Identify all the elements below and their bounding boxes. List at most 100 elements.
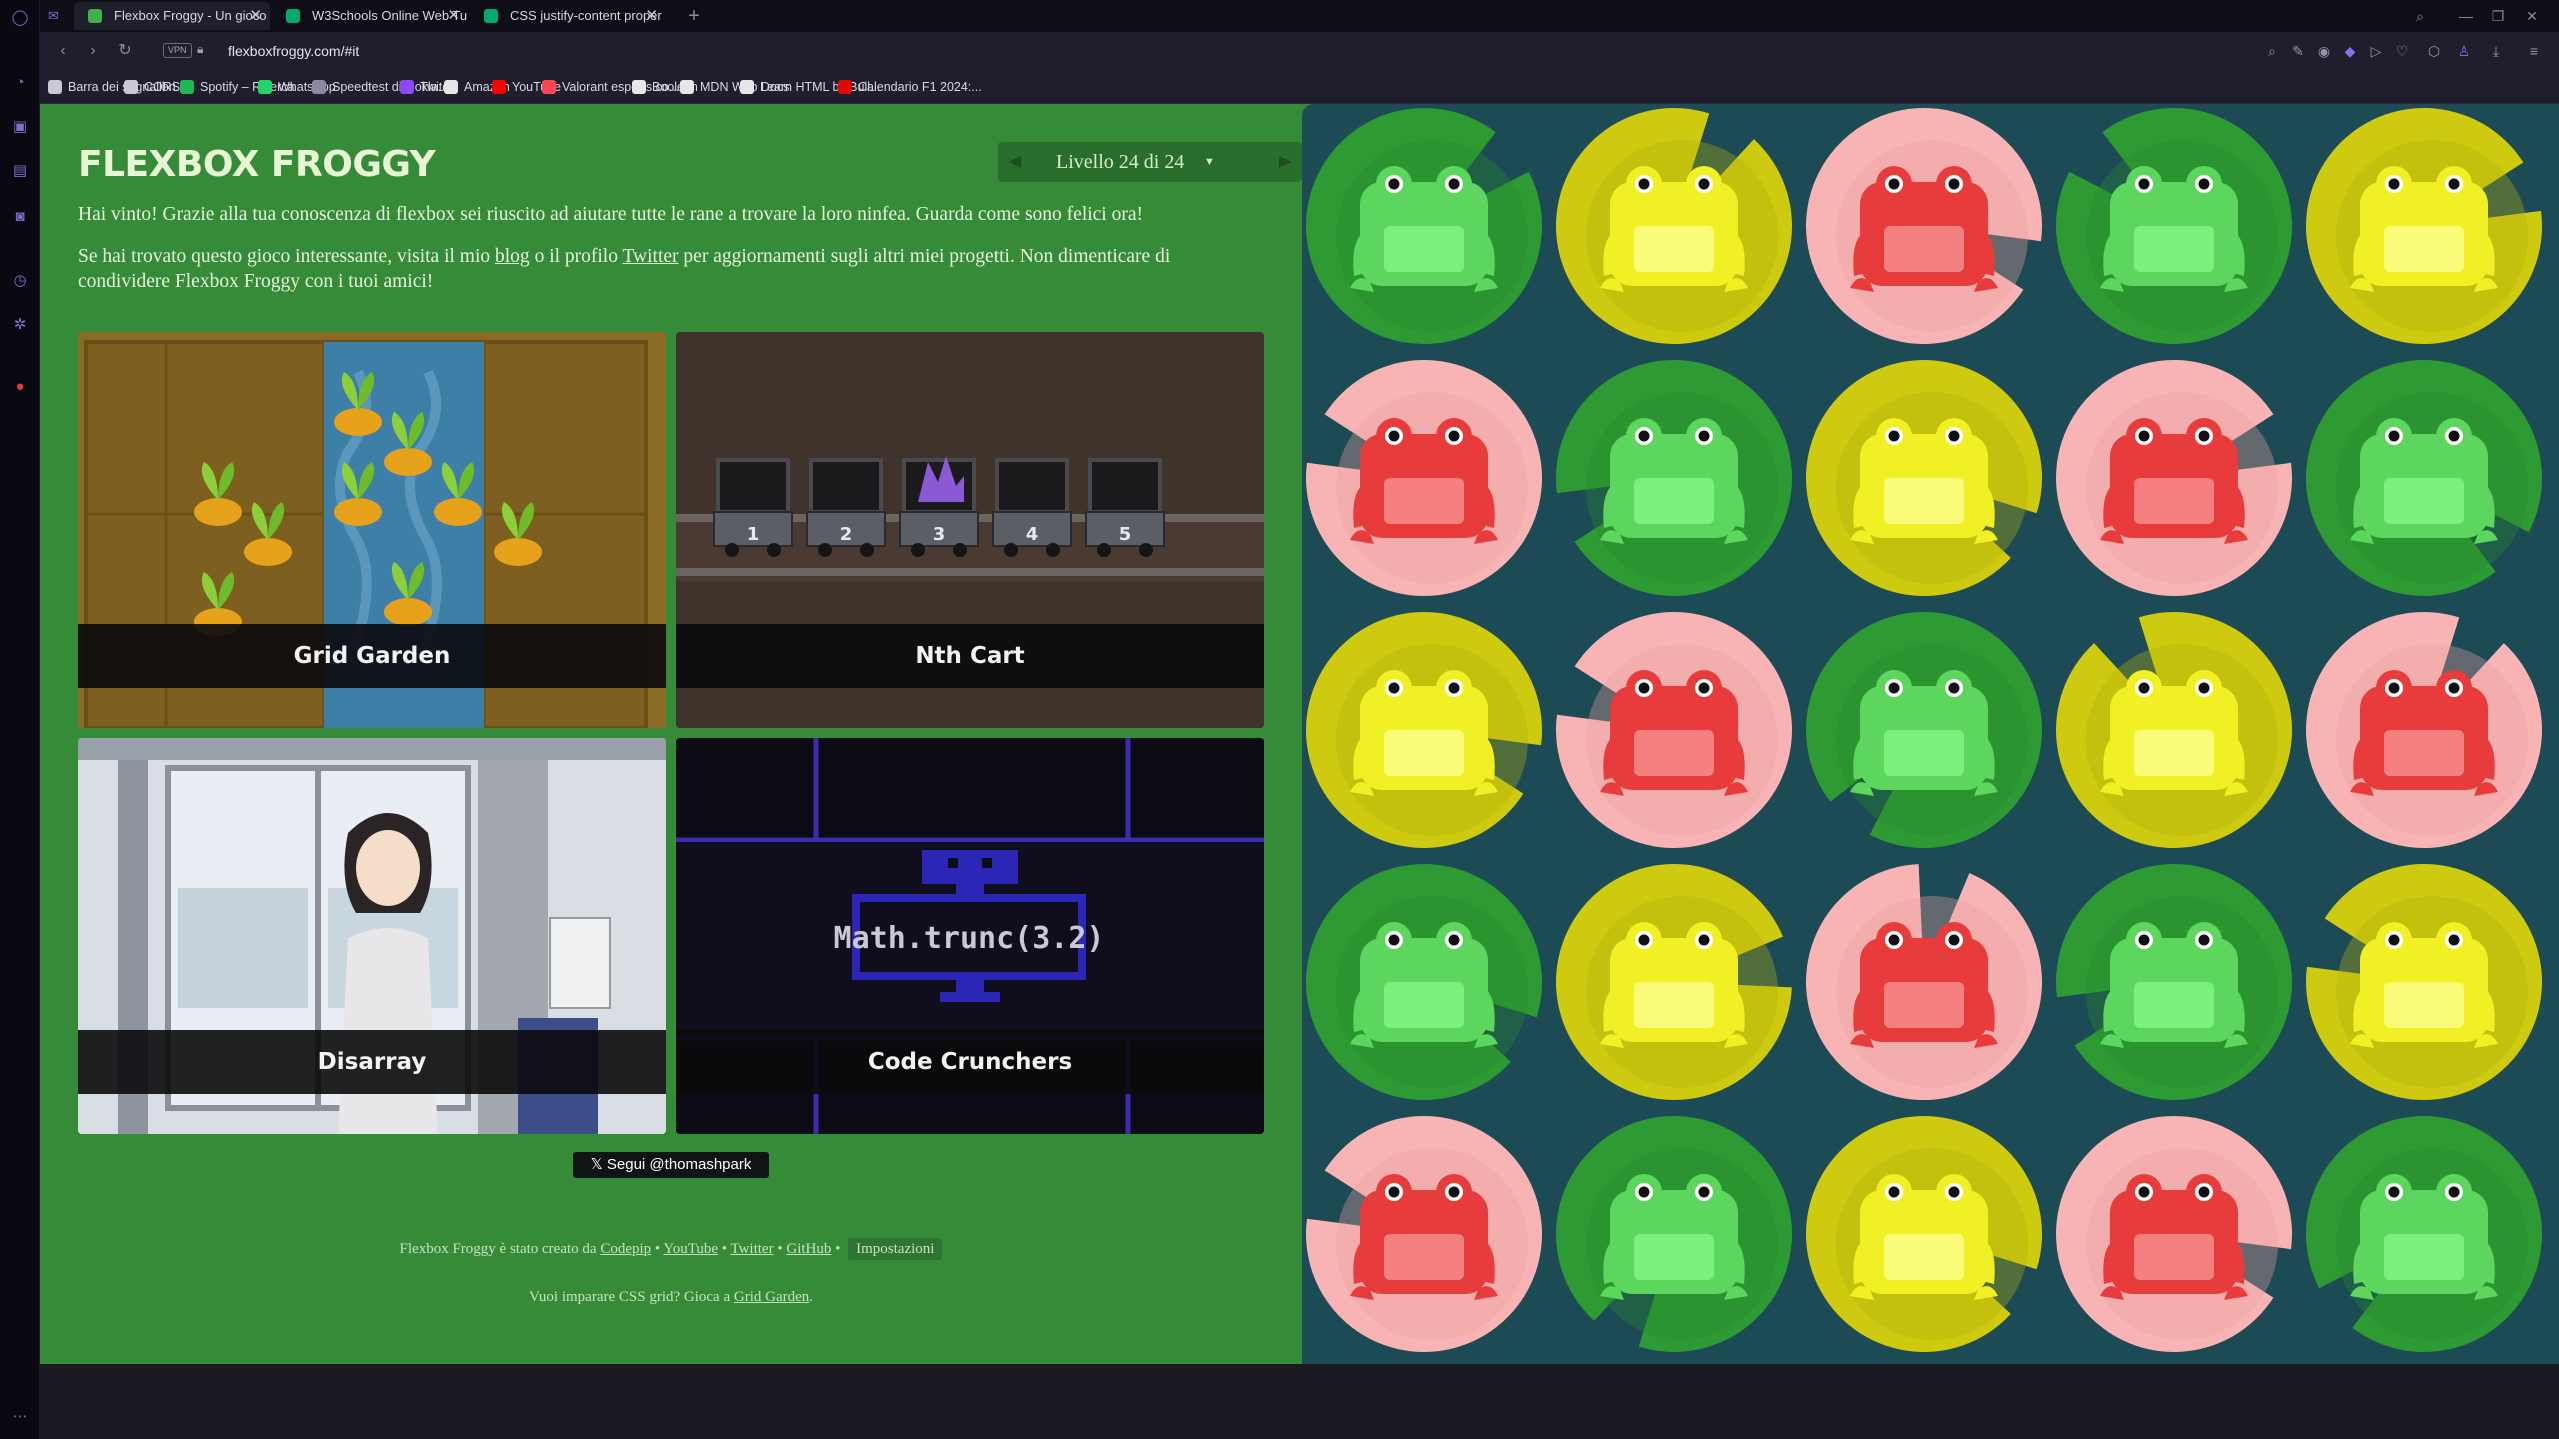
download-icon[interactable]: ⤓ xyxy=(2486,41,2506,61)
grid-garden-link[interactable]: Grid Garden xyxy=(734,1289,809,1305)
share-text: Se hai trovato questo gioco interessante… xyxy=(78,246,496,267)
codepip-link[interactable]: Codepip xyxy=(600,1241,651,1257)
shield-icon[interactable]: ◆ xyxy=(2340,41,2360,61)
amazon-icon xyxy=(444,80,458,94)
tab-title: CSS justify-content proper xyxy=(510,8,662,23)
menu-icon[interactable]: ≡ xyxy=(2524,41,2544,61)
lily-pad-yellow xyxy=(1806,1116,2042,1352)
card-label: Grid Garden xyxy=(78,624,666,688)
speed-dial-icon[interactable]: ◔ xyxy=(11,74,29,92)
twitch-sidebar-icon[interactable]: ▤ xyxy=(11,162,29,180)
opera-logo-icon[interactable]: ◯ xyxy=(11,9,29,27)
frog-red xyxy=(1350,1174,1498,1300)
tab-1[interactable]: W3Schools Online Web Tu ✕ xyxy=(272,2,468,30)
frog-green xyxy=(2350,418,2498,544)
history-icon[interactable]: ◷ xyxy=(11,272,29,290)
bottom-area xyxy=(40,1364,2559,1439)
frog-red xyxy=(1850,166,1998,292)
tab-favicon-icon xyxy=(484,9,498,23)
new-tab-button[interactable]: + xyxy=(680,2,708,30)
card-nth-cart[interactable]: 1 2 3 4 5 Nth Cart xyxy=(676,332,1264,728)
level-indicator[interactable]: Livello 24 di 24 xyxy=(1056,142,1184,182)
extension-icon[interactable]: ● xyxy=(11,378,29,396)
frog-green xyxy=(1600,1174,1748,1300)
cart-number: 2 xyxy=(840,524,853,545)
card-disarray[interactable]: Disarray xyxy=(78,738,666,1134)
lily-pad-yellow xyxy=(1306,612,1542,848)
url-field[interactable]: flexboxfroggy.com/#it xyxy=(228,41,359,61)
next-level-icon[interactable]: ▶ xyxy=(1268,142,1302,182)
maximize-icon[interactable]: ❐ xyxy=(2484,4,2512,28)
frog-red xyxy=(2100,418,2248,544)
close-window-icon[interactable]: ✕ xyxy=(2518,4,2546,28)
game-title: FLEXBOX FROGGY xyxy=(78,144,436,185)
frog-green xyxy=(1600,418,1748,544)
camera-icon[interactable]: ◉ xyxy=(2314,41,2334,61)
youtube-link[interactable]: YouTube xyxy=(663,1241,718,1257)
profile-icon[interactable]: ♙ xyxy=(2454,41,2474,61)
lily-pad-yellow xyxy=(1556,107,1792,344)
settings-button[interactable]: Impostazioni xyxy=(848,1238,943,1260)
card-label: Code Crunchers xyxy=(676,1030,1264,1094)
tab-bar: ✉ Flexbox Froggy - Un gioco ✕ W3Schools … xyxy=(40,0,2559,32)
folder-icon xyxy=(48,80,62,94)
cart-number: 3 xyxy=(933,524,946,545)
frog-green xyxy=(1350,922,1498,1048)
tab-workspace[interactable]: ✉ xyxy=(40,2,70,30)
workspace-icon: ✉ xyxy=(48,8,59,23)
folder-icon xyxy=(124,80,138,94)
bookmark-item[interactable]: Calendario F1 2024:... xyxy=(838,77,982,97)
card-grid-garden[interactable]: Grid Garden xyxy=(78,332,666,728)
search-tabs-icon[interactable]: ⌕ xyxy=(2406,4,2434,28)
previous-level-icon[interactable]: ◀ xyxy=(998,142,1032,182)
zoom-icon[interactable]: ⌕ xyxy=(2262,41,2282,61)
minimize-icon[interactable]: — xyxy=(2452,4,2480,28)
forward-icon[interactable]: › xyxy=(82,40,104,62)
cube-icon[interactable]: ⬡ xyxy=(2424,41,2444,61)
cart-number: 5 xyxy=(1119,524,1132,545)
lily-pad-red xyxy=(1306,1116,1542,1352)
instagram-sidebar-icon[interactable]: ◙ xyxy=(11,208,29,226)
lily-pad-red xyxy=(1556,612,1792,848)
card-code-crunchers[interactable]: Math.trunc(3.2) Code Crunchers xyxy=(676,738,1264,1134)
close-tab-icon[interactable]: ✕ xyxy=(249,2,262,30)
code-text: Math.trunc(3.2) xyxy=(834,921,1105,956)
footer-text: . xyxy=(809,1289,814,1305)
lily-pad-green xyxy=(2306,360,2542,596)
twitter-follow-button[interactable]: 𝕏 Segui @thomashpark xyxy=(573,1152,769,1178)
close-tab-icon[interactable]: ✕ xyxy=(645,2,658,30)
tab-favicon-icon xyxy=(88,9,102,23)
twitch-icon xyxy=(400,80,414,94)
tab-2[interactable]: CSS justify-content proper ✕ xyxy=(470,2,666,30)
vpn-badge[interactable]: VPN xyxy=(163,43,192,58)
twitter-footer-link[interactable]: Twitter xyxy=(730,1241,773,1257)
play-icon[interactable]: ▷ xyxy=(2366,41,2386,61)
frog-yellow xyxy=(1600,166,1748,292)
back-icon[interactable]: ‹ xyxy=(52,40,74,62)
close-tab-icon[interactable]: ✕ xyxy=(447,2,460,30)
frog-green xyxy=(2100,922,2248,1048)
spotify-icon xyxy=(180,80,194,94)
settings-icon[interactable]: ✲ xyxy=(11,316,29,334)
lily-pad-red xyxy=(1806,108,2042,345)
whatsapp-icon xyxy=(258,80,272,94)
footer-separator: • xyxy=(773,1241,787,1257)
edit-icon[interactable]: ✎ xyxy=(2288,41,2308,61)
footer-separator: • xyxy=(651,1241,664,1257)
heart-icon[interactable]: ♡ xyxy=(2392,41,2412,61)
boolean-icon xyxy=(632,80,646,94)
github-link[interactable]: GitHub xyxy=(786,1241,831,1257)
lily-pad-yellow xyxy=(2306,864,2542,1100)
frog-red xyxy=(1600,670,1748,796)
lock-icon[interactable]: 🔒︎ xyxy=(197,42,203,57)
reload-icon[interactable]: ↻ xyxy=(114,40,136,62)
frog-green xyxy=(2350,1174,2498,1300)
blog-link[interactable]: blog xyxy=(495,246,530,267)
workspaces-icon[interactable]: ▣ xyxy=(11,118,29,136)
chevron-down-icon[interactable]: ▼ xyxy=(1204,142,1215,182)
bookmarks-bar: Barra dei segnalibri... CORSO Spotify – Ri… xyxy=(40,70,2559,104)
more-icon[interactable]: ⋯ xyxy=(11,1408,29,1426)
tab-0[interactable]: Flexbox Froggy - Un gioco ✕ xyxy=(74,2,270,30)
frog-green xyxy=(1350,166,1498,292)
twitter-link[interactable]: Twitter xyxy=(623,246,679,267)
